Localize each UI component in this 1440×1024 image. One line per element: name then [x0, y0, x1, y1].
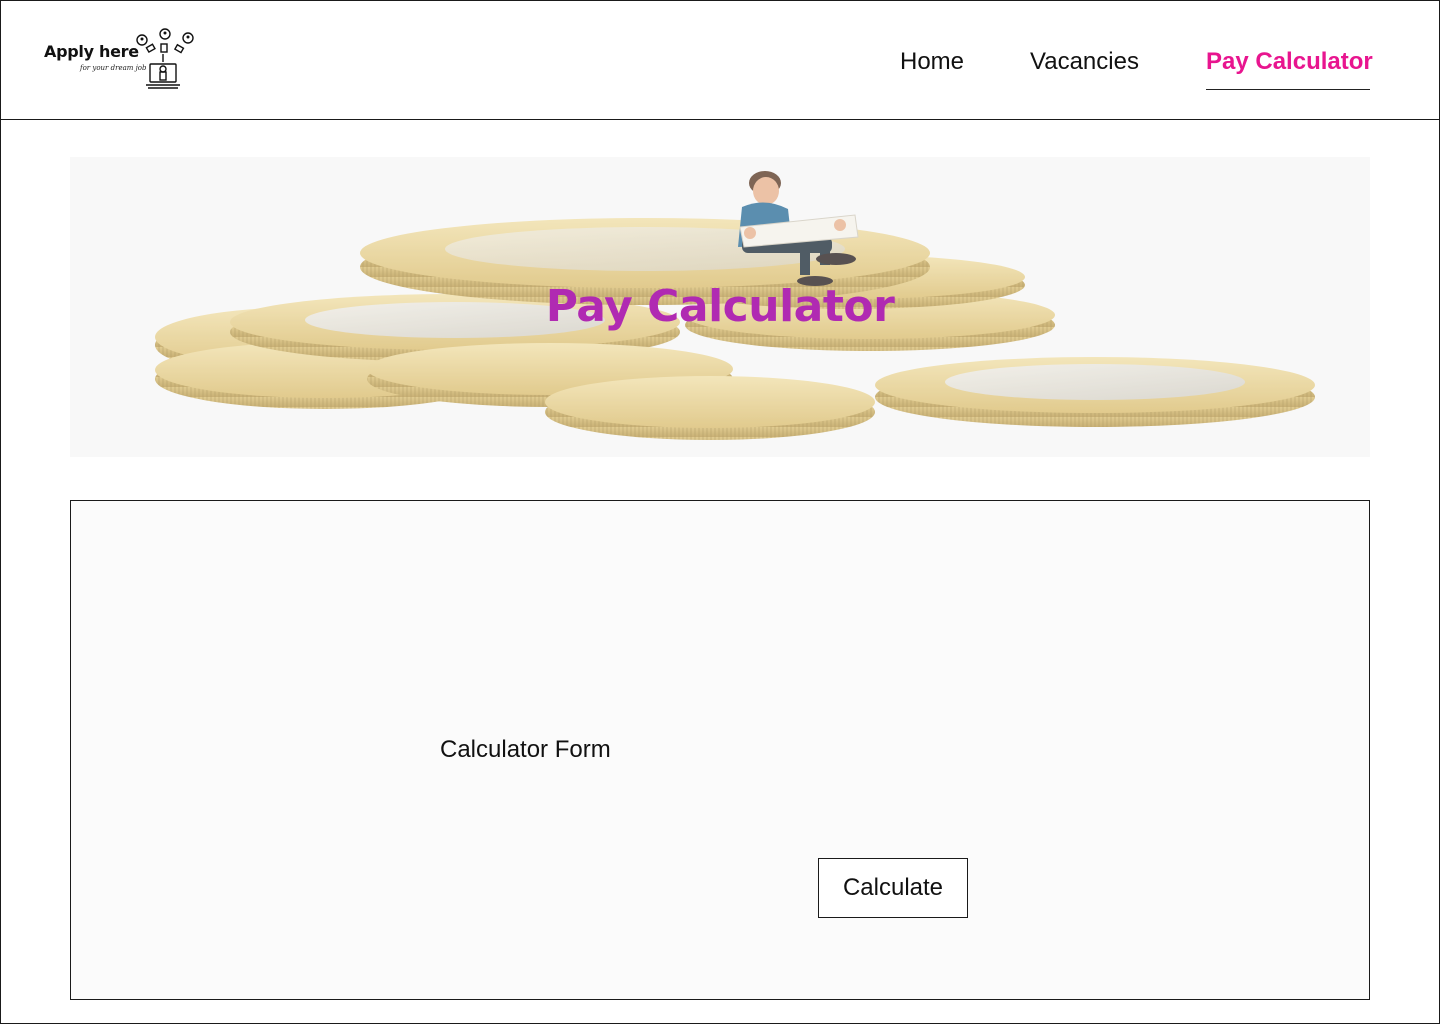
- calculate-button[interactable]: Calculate: [818, 858, 968, 918]
- site-header: Apply here for your dream job Home Vacan…: [0, 0, 1440, 120]
- nav-vacancies-link[interactable]: Vacancies: [1030, 48, 1139, 76]
- nav-home-link[interactable]: Home: [900, 48, 964, 76]
- active-nav-underline: [1206, 89, 1370, 90]
- hero-banner: Pay Calculator: [70, 157, 1370, 457]
- calculator-form-panel: Calculator Form Calculate: [70, 500, 1370, 1000]
- main-nav: Home Vacancies Pay Calculator: [0, 48, 1440, 92]
- nav-pay-calculator-link[interactable]: Pay Calculator: [1206, 48, 1373, 76]
- calculator-form-label: Calculator Form: [440, 736, 611, 763]
- hero-title: Pay Calculator: [545, 281, 895, 332]
